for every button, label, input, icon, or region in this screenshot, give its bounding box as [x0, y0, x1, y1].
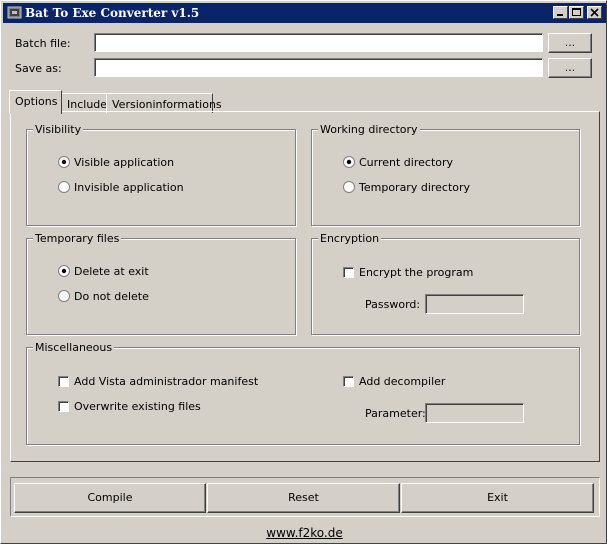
radio-invisible[interactable] — [58, 181, 70, 193]
vista-manifest-label: Add Vista administrador manifest — [74, 375, 259, 388]
tab-label: Versioninformations — [112, 98, 222, 111]
app-icon — [7, 5, 22, 20]
minimize-icon — [557, 14, 563, 16]
radio-delete-at-exit-label: Delete at exit — [74, 265, 149, 278]
radio-visible[interactable] — [58, 156, 70, 168]
overwrite-files-checkbox[interactable] — [58, 401, 69, 412]
exit-button[interactable]: Exit — [401, 483, 594, 513]
maximize-icon — [572, 8, 581, 16]
radio-invisible-label: Invisible application — [74, 181, 184, 194]
close-button[interactable] — [587, 6, 602, 19]
reset-button[interactable]: Reset — [207, 483, 400, 513]
compile-button[interactable]: Compile — [14, 483, 206, 513]
temporary-files-group: Temporary files Delete at exit Do not de… — [26, 232, 296, 335]
radio-visible-label: Visible application — [74, 156, 175, 169]
minimize-button[interactable] — [553, 6, 568, 19]
action-bar: Compile Reset Exit — [10, 477, 600, 517]
password-label: Password: — [365, 298, 421, 311]
working-directory-group: Working directory Current directory Temp… — [311, 123, 580, 226]
parameter-field[interactable] — [425, 403, 524, 423]
save-as-input[interactable] — [94, 58, 543, 77]
main-window: Bat To Exe Converter v1.5 Batch file: ..… — [0, 0, 607, 544]
title-bar[interactable]: Bat To Exe Converter v1.5 — [3, 3, 606, 23]
save-as-label: Save as: — [15, 62, 62, 75]
group-title: Temporary files — [33, 232, 122, 245]
group-title: Visibility — [33, 123, 84, 136]
group-title: Miscellaneous — [33, 341, 115, 354]
group-title: Working directory — [318, 123, 420, 136]
radio-do-not-delete-label: Do not delete — [74, 290, 149, 303]
tab-include[interactable]: Include — [61, 93, 107, 113]
encrypt-label: Encrypt the program — [359, 266, 474, 279]
overwrite-files-label: Overwrite existing files — [74, 400, 201, 413]
decompiler-checkbox[interactable] — [343, 376, 354, 387]
radio-current-directory-label: Current directory — [359, 156, 454, 169]
save-browse-button[interactable]: ... — [548, 58, 592, 78]
batch-browse-button[interactable]: ... — [548, 33, 592, 53]
window-title: Bat To Exe Converter v1.5 — [25, 6, 200, 20]
group-title: Encryption — [318, 232, 382, 245]
decompiler-label: Add decompiler — [359, 375, 446, 388]
tab-label: Include — [67, 98, 108, 111]
radio-delete-at-exit[interactable] — [58, 265, 70, 277]
encrypt-checkbox[interactable] — [343, 267, 354, 278]
options-panel: Visibility Visible application Invisible… — [10, 111, 600, 462]
encryption-group: Encryption Encrypt the program Password: — [311, 232, 580, 335]
tab-label: Options — [15, 95, 58, 108]
maximize-button[interactable] — [569, 6, 584, 19]
vista-manifest-checkbox[interactable] — [58, 376, 69, 387]
tab-versioninformations[interactable]: Versioninformations — [106, 93, 222, 113]
miscellaneous-group: Miscellaneous Add Vista administrador ma… — [26, 341, 580, 445]
radio-current-directory[interactable] — [343, 156, 355, 168]
radio-do-not-delete[interactable] — [58, 290, 70, 302]
radio-temporary-directory-label: Temporary directory — [359, 181, 471, 194]
website-link[interactable]: www.f2ko.de — [1, 526, 607, 540]
batch-file-input[interactable] — [94, 33, 543, 52]
visibility-group: Visibility Visible application Invisible… — [26, 123, 296, 226]
tab-options[interactable]: Options — [9, 90, 62, 114]
parameter-label: Parameter: — [365, 407, 426, 420]
radio-temporary-directory[interactable] — [343, 181, 355, 193]
close-icon — [590, 8, 599, 17]
password-field[interactable] — [425, 294, 524, 314]
batch-file-label: Batch file: — [15, 37, 71, 50]
